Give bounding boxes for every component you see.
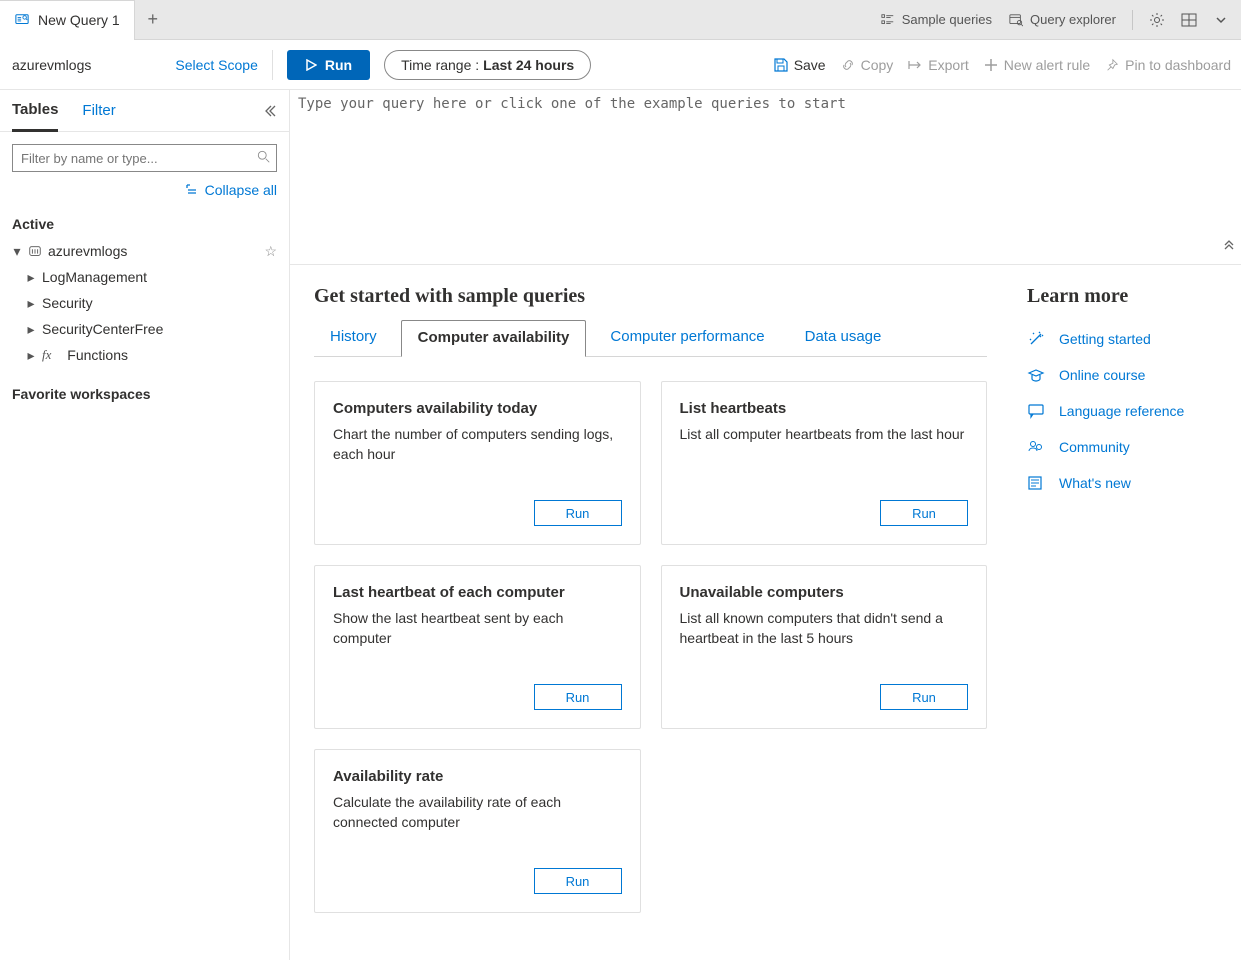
card-desc: List all computer heartbeats from the la… [680,425,969,445]
new-tab-button[interactable]: + [135,0,171,40]
tree-node-functions[interactable]: ▸fx Functions [26,342,277,368]
bullet-list-icon [880,12,896,28]
samples-title: Get started with sample queries [314,285,987,308]
run-button[interactable]: Run [287,50,370,80]
query-tab-icon [14,12,30,28]
separator [1132,10,1133,30]
play-icon [305,59,317,71]
toolbar: azurevmlogs Select Scope Run Time range … [0,40,1241,90]
select-scope-link[interactable]: Select Scope [175,57,258,73]
query-tab[interactable]: New Query 1 [0,0,135,40]
caret-right-icon: ▸ [26,295,36,312]
sample-tab-history[interactable]: History [314,320,393,356]
collapse-sidebar-button[interactable] [263,104,277,118]
active-section-label: Active [12,216,277,232]
caret-right-icon: ▸ [26,321,36,338]
tree-node-logmanagement[interactable]: ▸LogManagement [26,264,277,290]
workspace-icon [28,244,42,258]
query-explorer-button[interactable]: Query explorer [1008,12,1116,28]
search-icon [257,150,271,164]
card-title: List heartbeats [680,400,969,417]
tab-bar: New Query 1 + Sample queries Query explo… [0,0,1241,40]
save-icon [773,57,789,73]
query-tab-label: New Query 1 [38,12,120,28]
query-editor[interactable]: Type your query here or click one of the… [290,90,1241,265]
learn-more-title: Learn more [1027,285,1217,308]
sample-queries-button[interactable]: Sample queries [880,12,992,28]
news-icon [1027,474,1045,492]
sample-card: List heartbeats List all computer heartb… [661,381,988,545]
link-icon [840,57,856,73]
caret-down-icon: ▾ [12,243,22,260]
editor-placeholder: Type your query here or click one of the… [298,96,846,112]
export-button[interactable]: Export [907,57,968,73]
card-run-button[interactable]: Run [534,868,622,894]
plus-icon [983,57,999,73]
sample-card: Computers availability today Chart the n… [314,381,641,545]
filter-input-wrapper [12,144,277,172]
function-icon: fx [42,347,51,363]
sample-tab-computer-performance[interactable]: Computer performance [594,320,780,356]
chevron-down-icon[interactable] [1213,12,1229,28]
panels-button[interactable] [1181,12,1197,28]
sample-tab-data-usage[interactable]: Data usage [789,320,898,356]
tree-node-security[interactable]: ▸Security [26,290,277,316]
card-desc: List all known computers that didn't sen… [680,609,969,648]
card-title: Last heartbeat of each computer [333,584,622,601]
sidebar-tab-tables[interactable]: Tables [12,90,58,132]
sidebar-tab-filter[interactable]: Filter [82,90,115,132]
card-title: Computers availability today [333,400,622,417]
graduation-icon [1027,366,1045,384]
wand-icon [1027,330,1045,348]
card-desc: Chart the number of computers sending lo… [333,425,622,464]
card-desc: Calculate the availability rate of each … [333,793,622,832]
collapse-all-button[interactable]: Collapse all [12,182,277,198]
pin-button[interactable]: Pin to dashboard [1104,57,1231,73]
sample-card: Availability rate Calculate the availabi… [314,749,641,913]
settings-button[interactable] [1149,12,1165,28]
sample-tabs: History Computer availability Computer p… [314,320,987,357]
favorite-star-button[interactable]: ☆ [264,243,277,260]
card-run-button[interactable]: Run [534,500,622,526]
caret-right-icon: ▸ [26,347,36,364]
learn-more-panel: Learn more Getting started Online course… [1027,285,1217,913]
card-run-button[interactable]: Run [534,684,622,710]
learn-link-whats-new[interactable]: What's new [1027,474,1217,492]
card-run-button[interactable]: Run [880,500,968,526]
learn-link-language-reference[interactable]: Language reference [1027,402,1217,420]
filter-input[interactable] [12,144,277,172]
learn-link-community[interactable]: Community [1027,438,1217,456]
learn-link-getting-started[interactable]: Getting started [1027,330,1217,348]
workspace-node-label: azurevmlogs [48,243,127,259]
pin-icon [1104,57,1120,73]
sample-card: Unavailable computers List all known com… [661,565,988,729]
sample-tab-computer-availability[interactable]: Computer availability [401,320,587,357]
collapse-editor-button[interactable] [1223,240,1235,252]
sidebar: Tables Filter Collapse all Active [0,90,290,960]
explorer-icon [1008,12,1024,28]
separator [272,50,273,80]
card-run-button[interactable]: Run [880,684,968,710]
card-desc: Show the last heartbeat sent by each com… [333,609,622,648]
time-range-picker[interactable]: Time range : Last 24 hours [384,50,591,80]
workspace-node[interactable]: ▾ azurevmlogs ☆ [12,238,277,264]
card-title: Availability rate [333,768,622,785]
caret-right-icon: ▸ [26,269,36,286]
save-button[interactable]: Save [773,57,826,73]
chat-icon [1027,402,1045,420]
new-alert-button[interactable]: New alert rule [983,57,1090,73]
learn-link-online-course[interactable]: Online course [1027,366,1217,384]
card-title: Unavailable computers [680,584,969,601]
tree-node-securitycenterfree[interactable]: ▸SecurityCenterFree [26,316,277,342]
sample-card: Last heartbeat of each computer Show the… [314,565,641,729]
favorite-workspaces-label: Favorite workspaces [12,386,277,402]
workspace-name: azurevmlogs [12,57,91,73]
people-icon [1027,438,1045,456]
export-icon [907,57,923,73]
copy-button[interactable]: Copy [840,57,894,73]
collapse-all-icon [185,183,199,197]
